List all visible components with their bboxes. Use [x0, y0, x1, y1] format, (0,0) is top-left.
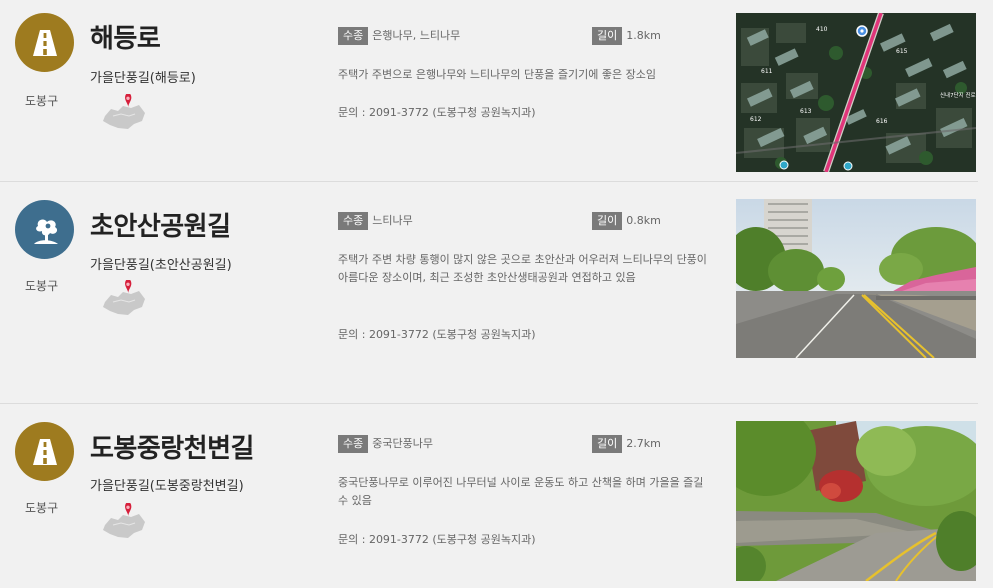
trail-photo[interactable] — [736, 199, 976, 358]
length-tag: 길이 — [592, 27, 623, 45]
map-label: 신내7단지 진로아파트 — [940, 91, 976, 99]
trail-card: 도봉구 해등로 가을단풍길(해등로) 수종 은행나무, 느티나무 길이 1.8km … — [0, 0, 993, 181]
map-location-icon[interactable] — [101, 280, 147, 318]
length-row: 길이 0.8km — [592, 212, 661, 230]
species-tag: 수종 — [338, 435, 369, 453]
species-tag: 수종 — [338, 212, 369, 230]
species-row: 수종 느티나무 — [338, 212, 413, 230]
trail-aerial-map[interactable]: 410 611 612 613 615 616 신내7단지 진로아파트 — [736, 13, 976, 172]
map-label: 616 — [876, 118, 888, 125]
contact-info: 문의 : 2091-3772 (도봉구청 공원녹지과) — [338, 106, 536, 119]
trail-description: 주택가 주변으로 은행나무와 느티나무의 단풍을 즐기기에 좋은 장소임 — [338, 68, 656, 81]
trail-description: 주택가 주변 차량 통행이 많지 않은 곳으로 초안산과 어우러져 느티나무의 … — [338, 253, 707, 284]
trail-route: 가을단풍길(초안산공원길) — [90, 258, 232, 273]
length-tag: 길이 — [592, 212, 623, 230]
trail-description: 중국단풍나무로 이루어진 나무터널 사이로 운동도 하고 산책을 하며 가을을 … — [338, 476, 704, 507]
district-label: 도봉구 — [25, 94, 59, 108]
trail-title[interactable]: 도봉중랑천변길 — [90, 428, 254, 465]
species-tag: 수종 — [338, 27, 369, 45]
map-label: 612 — [750, 116, 762, 123]
road-badge — [15, 422, 74, 481]
road-badge — [15, 13, 74, 72]
species-row: 수종 은행나무, 느티나무 — [338, 27, 460, 45]
map-location-icon[interactable] — [101, 503, 147, 541]
road-icon — [32, 29, 57, 56]
length-value: 0.8km — [626, 214, 661, 227]
length-tag: 길이 — [592, 435, 623, 453]
length-value: 2.7km — [626, 437, 661, 450]
species-value: 중국단풍나무 — [372, 437, 433, 450]
road-icon — [32, 438, 57, 465]
trail-route: 가을단풍길(도봉중랑천변길) — [90, 479, 244, 494]
district-label: 도봉구 — [25, 501, 59, 515]
map-label: 615 — [896, 48, 908, 55]
map-label: 611 — [761, 68, 773, 75]
trail-card: 도봉구 초안산공원길 가을단풍길(초안산공원길) 수종 느티나무 길이 0.8km … — [0, 182, 993, 403]
contact-info: 문의 : 2091-3772 (도봉구청 공원녹지과) — [338, 533, 536, 546]
species-value: 느티나무 — [372, 214, 413, 227]
map-location-icon[interactable] — [101, 94, 147, 132]
map-label: 613 — [800, 108, 812, 115]
trail-title[interactable]: 초안산공원길 — [90, 206, 231, 243]
district-label: 도봉구 — [25, 279, 59, 293]
park-icon — [33, 218, 58, 244]
trail-title[interactable]: 해등로 — [90, 18, 161, 55]
species-value: 은행나무, 느티나무 — [372, 29, 461, 42]
trail-photo[interactable] — [736, 421, 976, 581]
species-row: 수종 중국단풍나무 — [338, 435, 433, 453]
contact-info: 문의 : 2091-3772 (도봉구청 공원녹지과) — [338, 328, 536, 341]
length-row: 길이 1.8km — [592, 27, 661, 45]
length-row: 길이 2.7km — [592, 435, 661, 453]
trail-route: 가을단풍길(해등로) — [90, 71, 196, 86]
length-value: 1.8km — [626, 29, 661, 42]
map-label: 410 — [816, 26, 828, 33]
park-badge — [15, 200, 74, 259]
trail-card: 도봉구 도봉중랑천변길 가을단풍길(도봉중랑천변길) 수종 중국단풍나무 길이 2.… — [0, 404, 993, 588]
